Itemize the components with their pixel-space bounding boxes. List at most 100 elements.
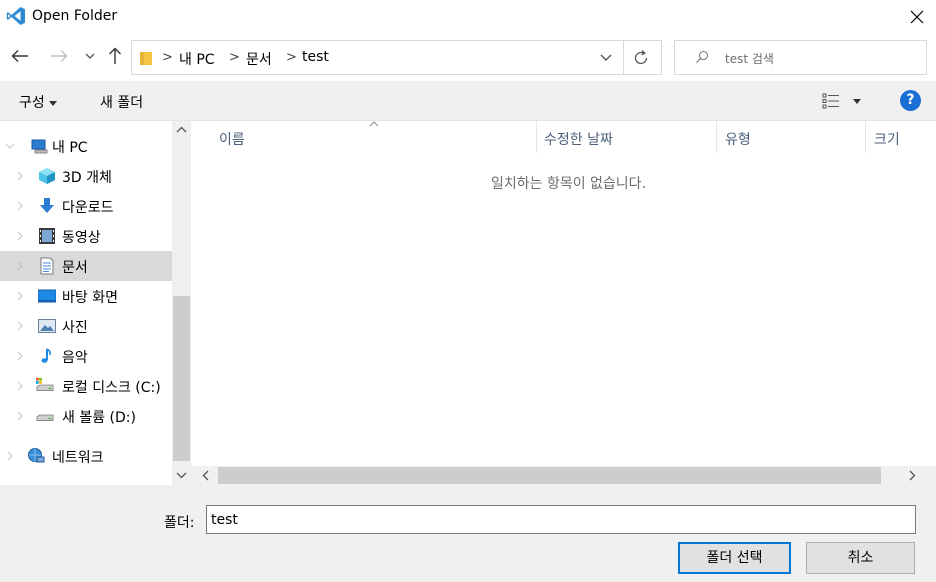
nav-item-label: 동영상 — [62, 230, 101, 246]
search-placeholder: test 검색 — [725, 52, 774, 66]
local-disk-icon — [36, 377, 54, 391]
close-button[interactable] — [902, 6, 932, 28]
nav-item-label: 다운로드 — [62, 200, 114, 216]
chevron-right-icon[interactable] — [15, 380, 25, 392]
view-options-caret-icon[interactable] — [853, 99, 861, 104]
column-divider[interactable] — [536, 121, 537, 153]
sort-ascending-icon — [369, 121, 379, 127]
nav-item-documents[interactable]: 문서 — [0, 251, 172, 281]
scroll-down-icon[interactable] — [176, 470, 187, 480]
3d-objects-icon — [39, 168, 55, 184]
chevron-right-icon[interactable] — [15, 320, 25, 332]
arrow-left-icon — [11, 50, 28, 62]
window-title: Open Folder — [32, 8, 118, 24]
network-icon — [28, 448, 45, 463]
nav-item-label: 3D 개체 — [62, 170, 112, 186]
chevron-right-icon[interactable] — [5, 450, 15, 462]
chevron-right-icon[interactable] — [15, 290, 25, 302]
nav-item-label: 사진 — [62, 320, 88, 336]
help-button[interactable]: ? — [900, 90, 921, 111]
chevron-right-icon[interactable] — [15, 230, 25, 242]
music-icon — [41, 348, 51, 363]
back-button[interactable] — [8, 44, 32, 68]
up-button[interactable] — [103, 44, 127, 68]
address-divider — [623, 41, 624, 74]
chevron-right-icon[interactable] — [15, 260, 25, 272]
nav-item-label: 바탕 화면 — [62, 290, 118, 306]
address-bar[interactable]: > 내 PC > 문서 > test — [131, 40, 662, 75]
nav-item-desktop[interactable]: 바탕 화면 — [0, 281, 172, 311]
recent-locations-button[interactable] — [78, 44, 102, 68]
breadcrumb-pc[interactable]: 내 PC — [179, 49, 215, 69]
column-divider[interactable] — [716, 121, 717, 153]
nav-item-volume-d[interactable]: 새 볼륨 (D:) — [0, 401, 172, 431]
video-icon — [39, 228, 55, 244]
column-divider[interactable] — [865, 121, 866, 153]
breadcrumb-separator-icon[interactable]: > — [229, 50, 240, 65]
search-box[interactable]: test 검색 — [674, 40, 927, 75]
nav-item-downloads[interactable]: 다운로드 — [0, 191, 172, 221]
organize-button[interactable]: 구성 — [19, 92, 57, 112]
desktop-icon — [38, 289, 56, 303]
forward-button[interactable] — [47, 44, 71, 68]
nav-item-label: 로컬 디스크 (C:) — [62, 380, 161, 396]
select-folder-button[interactable]: 폴더 선택 — [678, 542, 791, 574]
folder-icon — [140, 52, 152, 65]
chevron-down-icon[interactable] — [598, 52, 614, 64]
nav-item-label: 내 PC — [52, 140, 88, 156]
refresh-icon[interactable] — [632, 49, 650, 67]
chevron-right-icon[interactable] — [15, 200, 25, 212]
arrow-up-icon — [109, 47, 121, 64]
nav-item-local-disk-c[interactable]: 로컬 디스크 (C:) — [0, 371, 172, 401]
nav-item-this-pc[interactable]: 내 PC — [0, 131, 172, 161]
column-header-name[interactable]: 이름 — [219, 129, 245, 149]
chevron-right-icon[interactable] — [15, 170, 25, 182]
close-icon — [910, 10, 924, 24]
navigation-pane: 내 PC 3D 개체 다운로드 동영상 문서 바탕 화면 사진 음악 로컬 디스… — [0, 121, 172, 485]
caret-down-icon — [48, 100, 57, 106]
file-list-scrollbar[interactable] — [191, 466, 936, 485]
breadcrumb-documents[interactable]: 문서 — [246, 49, 272, 69]
nav-item-network[interactable]: 네트워크 — [0, 441, 172, 471]
drive-icon — [36, 414, 54, 421]
download-icon — [40, 198, 54, 213]
scroll-left-icon[interactable] — [201, 470, 211, 481]
nav-item-label: 음악 — [62, 350, 88, 366]
scrollbar-thumb[interactable] — [173, 296, 190, 461]
navigation-scrollbar[interactable] — [172, 121, 191, 485]
title-bar: Open Folder — [0, 0, 936, 33]
document-icon — [40, 257, 54, 275]
scrollbar-thumb[interactable] — [218, 467, 881, 484]
nav-item-videos[interactable]: 동영상 — [0, 221, 172, 251]
pc-icon — [31, 139, 48, 154]
breadcrumb-separator-icon[interactable]: > — [286, 50, 297, 65]
command-toolbar: 구성 새 폴더 ? — [0, 81, 936, 121]
nav-item-label: 문서 — [62, 260, 88, 276]
chevron-down-icon[interactable] — [5, 140, 15, 152]
file-list: 이름 수정한 날짜 유형 크기 일치하는 항목이 없습니다. — [191, 121, 936, 485]
arrow-right-icon — [51, 50, 68, 62]
folder-name-input[interactable] — [206, 505, 916, 534]
chevron-right-icon[interactable] — [15, 350, 25, 362]
view-details-icon[interactable] — [822, 93, 840, 109]
nav-item-pictures[interactable]: 사진 — [0, 311, 172, 341]
column-header-size[interactable]: 크기 — [874, 129, 900, 149]
folder-label: 폴더: — [164, 515, 195, 531]
column-header-type[interactable]: 유형 — [725, 129, 751, 149]
chevron-right-icon[interactable] — [15, 410, 25, 422]
search-icon — [696, 50, 709, 63]
nav-item-3d-objects[interactable]: 3D 개체 — [0, 161, 172, 191]
nav-item-label: 새 볼륨 (D:) — [62, 410, 136, 426]
nav-item-music[interactable]: 음악 — [0, 341, 172, 371]
picture-icon — [38, 319, 56, 333]
breadcrumb-separator-icon[interactable]: > — [162, 50, 173, 65]
chevron-down-icon — [85, 53, 95, 59]
navigation-row: > 내 PC > 문서 > test test 검색 — [0, 33, 936, 81]
vscode-icon — [6, 7, 26, 25]
scroll-right-icon[interactable] — [907, 470, 917, 481]
breadcrumb-test[interactable]: test — [302, 49, 329, 65]
scroll-up-icon[interactable] — [176, 125, 187, 135]
cancel-button[interactable]: 취소 — [806, 542, 915, 574]
new-folder-button[interactable]: 새 폴더 — [100, 92, 143, 112]
column-header-date-modified[interactable]: 수정한 날짜 — [544, 129, 613, 149]
